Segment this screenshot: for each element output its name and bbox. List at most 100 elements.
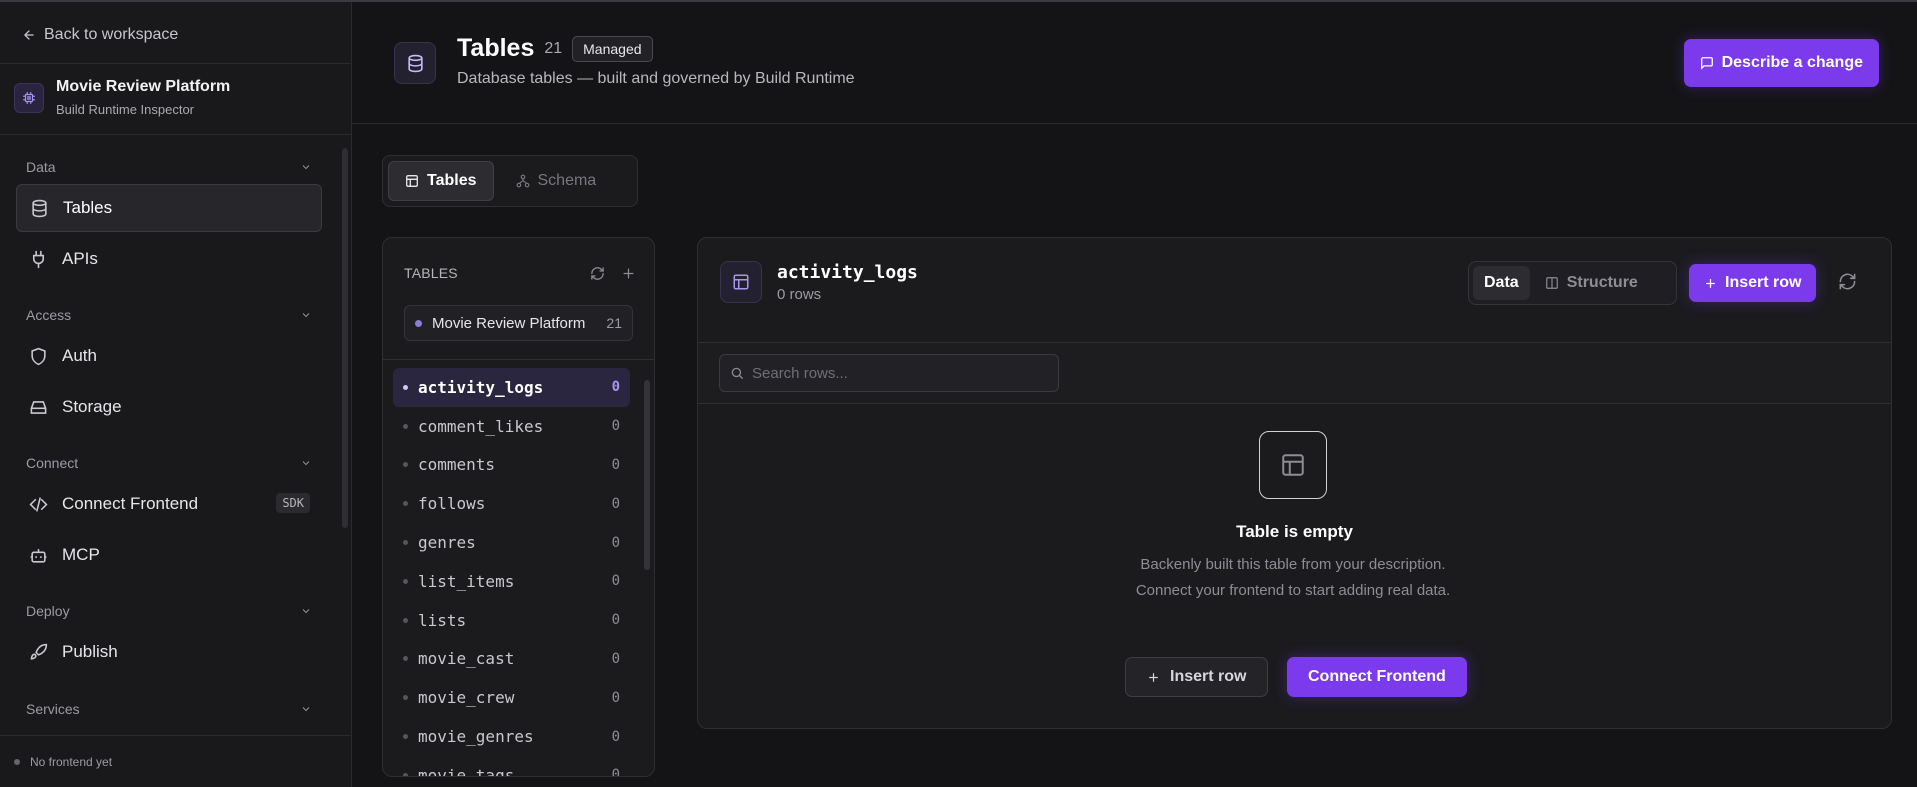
empty-state-title: Table is empty — [1236, 522, 1353, 541]
sidebar-nav: Data Tables APIs Access Auth Storage Con… — [0, 136, 342, 732]
tab-data[interactable]: Data — [1473, 266, 1530, 300]
table-row-count: 0 — [611, 573, 620, 590]
sidebar-item-storage[interactable]: Storage — [16, 383, 322, 431]
table-name: list_items — [418, 571, 515, 591]
describe-change-label: Describe a change — [1721, 54, 1863, 71]
tab-structure[interactable]: Structure — [1534, 266, 1649, 300]
data-structure-toggle: Data Structure — [1468, 261, 1677, 305]
page-header: Tables 21 Managed Database tables — buil… — [352, 0, 1917, 124]
sdk-badge: SDK — [276, 493, 310, 513]
message-square-icon — [1700, 56, 1714, 70]
table-row[interactable]: list_items 0 — [393, 562, 630, 601]
project-selector-count: 21 — [606, 315, 622, 331]
database-icon — [394, 42, 436, 84]
empty-insert-row-button[interactable]: Insert row — [1125, 657, 1269, 697]
table-row-count: 0 — [611, 379, 620, 396]
project-selector[interactable]: Movie Review Platform 21 — [404, 305, 633, 341]
section-header-data[interactable]: Data — [26, 157, 312, 177]
sidebar-item-apis[interactable]: APIs — [16, 235, 322, 283]
code-icon — [28, 494, 48, 514]
section-label: Services — [26, 701, 80, 717]
sidebar-item-mcp[interactable]: MCP — [16, 531, 322, 579]
tables-list-header: TABLES — [404, 265, 636, 281]
tab-schema[interactable]: Schema — [500, 161, 613, 201]
sidebar: Back to workspace Movie Review Platform … — [0, 0, 352, 787]
table-count: 21 — [544, 39, 563, 57]
empty-state-description: Backenly built this table from your desc… — [1135, 556, 1451, 599]
search-bar: Search rows... — [698, 343, 1891, 404]
tab-tables[interactable]: Tables — [388, 161, 494, 201]
table-icon — [720, 261, 762, 303]
describe-change-button[interactable]: Describe a change — [1683, 39, 1879, 87]
section-label: Data — [26, 159, 56, 175]
view-tabs: Tables Schema — [382, 155, 638, 207]
window-top-border — [0, 0, 1917, 2]
plus-icon — [1704, 277, 1717, 290]
section-header-deploy[interactable]: Deploy — [26, 601, 312, 621]
frontend-status-label: No frontend yet — [30, 754, 113, 769]
sidebar-item-label: Tables — [63, 198, 113, 217]
table-name: comment_likes — [418, 416, 544, 436]
refresh-icon[interactable] — [590, 266, 605, 281]
table-row-count: 0 — [611, 612, 620, 629]
sidebar-item-label: Storage — [62, 397, 122, 416]
table-row[interactable]: movie_tags 0 — [393, 756, 630, 777]
project-header: Movie Review Platform Build Runtime Insp… — [14, 78, 230, 117]
project-subtitle: Build Runtime Inspector — [56, 102, 195, 117]
back-to-workspace-link[interactable]: Back to workspace — [22, 24, 178, 46]
section-header-access[interactable]: Access — [26, 305, 312, 325]
table-row[interactable]: movie_crew 0 — [393, 678, 630, 717]
sidebar-item-tables[interactable]: Tables — [16, 184, 322, 232]
table-name: activity_logs — [418, 377, 544, 397]
rocket-icon — [28, 642, 48, 662]
plus-icon[interactable] — [621, 266, 636, 281]
table-name: movie_tags — [418, 765, 515, 777]
table-row[interactable]: follows 0 — [393, 484, 630, 523]
section-label: Deploy — [26, 603, 70, 619]
insert-row-button[interactable]: Insert row — [1689, 264, 1817, 302]
chevron-down-icon — [300, 309, 312, 321]
drive-icon — [28, 397, 48, 417]
bot-icon — [28, 545, 48, 565]
table-row[interactable]: movie_genres 0 — [393, 717, 630, 756]
project-name: Movie Review Platform — [56, 78, 231, 95]
sidebar-scrollbar[interactable] — [342, 148, 348, 528]
selected-table-row-count: 0 rows — [777, 286, 822, 303]
shield-icon — [28, 346, 48, 366]
tab-label: Schema — [537, 172, 597, 189]
chip-icon — [14, 82, 44, 113]
table-row[interactable]: comments 0 — [393, 446, 630, 485]
table-row-count: 0 — [611, 456, 620, 473]
table-name: comments — [418, 455, 496, 475]
section-header-services[interactable]: Services — [26, 699, 312, 719]
tab-label: Tables — [427, 172, 477, 189]
table-row[interactable]: genres 0 — [393, 523, 630, 562]
table-row-count: 0 — [611, 495, 620, 512]
divider — [383, 359, 654, 360]
sidebar-divider — [0, 134, 351, 135]
section-header-connect[interactable]: Connect — [26, 453, 312, 473]
table-name: movie_cast — [418, 649, 515, 669]
plus-icon — [1147, 671, 1160, 684]
table-row[interactable]: activity_logs 0 — [393, 368, 630, 407]
tables-list-scrollbar[interactable] — [644, 368, 650, 728]
empty-table-icon — [1259, 431, 1327, 499]
managed-badge: Managed — [572, 35, 653, 62]
connect-frontend-button[interactable]: Connect Frontend — [1287, 657, 1467, 697]
sidebar-item-label: MCP — [62, 545, 100, 564]
sidebar-item-auth[interactable]: Auth — [16, 332, 322, 380]
page-subtitle: Database tables — built and governed by … — [457, 70, 855, 87]
sidebar-item-label: Publish — [62, 642, 118, 661]
sidebar-item-connect-frontend[interactable]: Connect Frontend SDK — [16, 480, 322, 528]
table-row[interactable]: comment_likes 0 — [393, 407, 630, 446]
plug-icon — [28, 249, 48, 269]
table-detail-header: activity_logs 0 rows Data Structure Inse… — [698, 238, 1891, 343]
search-rows-input[interactable]: Search rows... — [719, 354, 1059, 392]
sidebar-item-publish[interactable]: Publish — [16, 628, 322, 676]
table-row[interactable]: movie_cast 0 — [393, 640, 630, 679]
back-to-workspace-label: Back to workspace — [44, 26, 179, 43]
chevron-down-icon — [300, 457, 312, 469]
table-row-count: 0 — [611, 650, 620, 667]
refresh-icon[interactable] — [1838, 272, 1857, 291]
table-row[interactable]: lists 0 — [393, 601, 630, 640]
